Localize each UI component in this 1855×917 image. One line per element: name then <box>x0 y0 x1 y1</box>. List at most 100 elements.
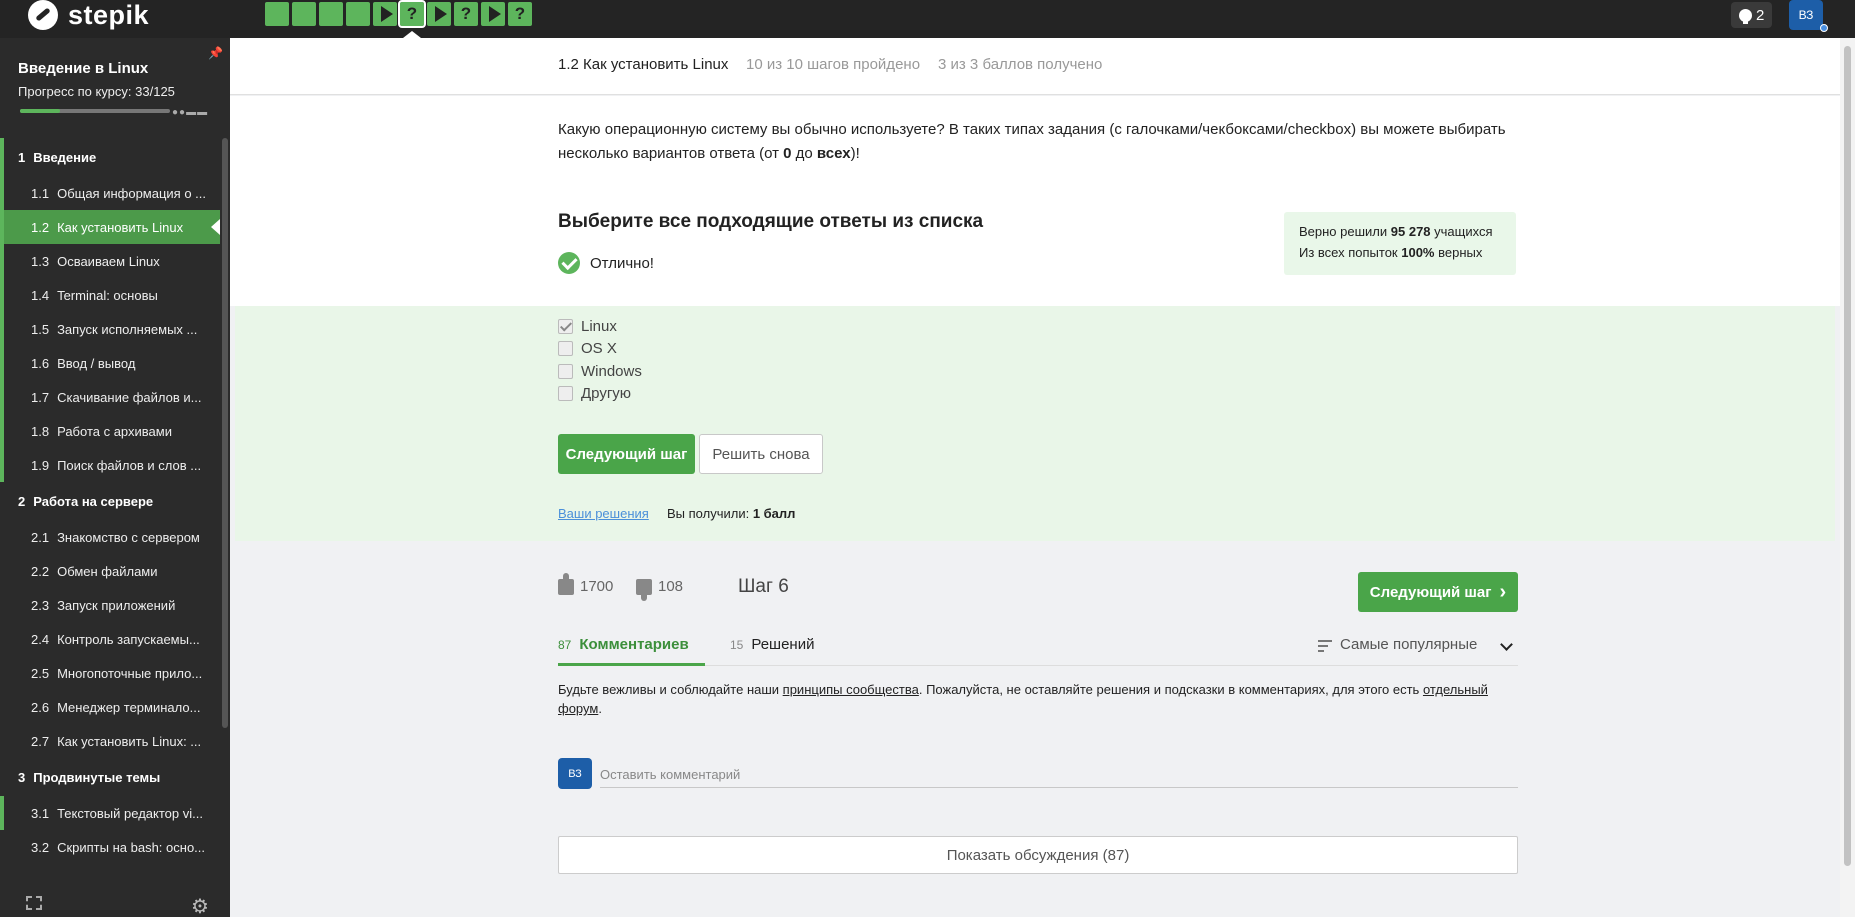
sidebar-item-lesson-1-4[interactable]: 1.4 Terminal: основы <box>0 278 220 312</box>
sidebar-item-lesson-1-2[interactable]: 1.2 Как установить Linux <box>0 210 220 244</box>
stats-text: учащихся <box>1430 224 1493 239</box>
sidebar-scrollbar[interactable] <box>222 138 228 728</box>
sidebar-item-lesson-1-8[interactable]: 1.8 Работа с архивами <box>0 414 220 448</box>
gear-icon[interactable]: ⚙ <box>191 894 209 917</box>
step-number: Шаг 6 <box>738 576 789 597</box>
fullscreen-icon[interactable] <box>26 896 42 910</box>
tab-label: Решений <box>751 636 815 653</box>
steps-passed: 10 из 10 шагов пройдено <box>746 56 921 73</box>
question-bold-max: всех <box>816 145 851 162</box>
comment-composer: ВЗ <box>558 758 1518 798</box>
answer-option[interactable]: OS X <box>558 340 617 357</box>
table-of-contents: 1 Введение 1.1 Общая информация о ... 1.2 Как… <box>0 138 220 878</box>
question-text: Какую операционную систему вы обычно исп… <box>558 118 1548 166</box>
comment-input[interactable] <box>600 762 1518 788</box>
pin-icon[interactable]: 📌 <box>208 46 223 60</box>
sidebar-item-lesson-1-5[interactable]: 1.5 Запуск исполняемых ... <box>0 312 220 346</box>
score-label: Вы получили: <box>667 506 753 521</box>
chevron-right-icon: › <box>1499 580 1507 603</box>
lesson-title: Обмен файлами <box>57 563 158 579</box>
step-9-button[interactable] <box>481 2 505 26</box>
your-solutions-link[interactable]: Ваши решения <box>558 506 649 521</box>
answer-option[interactable]: Windows <box>558 363 642 380</box>
stats-text: Верно решили <box>1299 224 1391 239</box>
lesson-title: Осваиваем Linux <box>57 253 160 269</box>
step-1-button[interactable] <box>265 2 289 26</box>
step-7-button[interactable] <box>427 2 451 26</box>
step-6-button[interactable]: ? <box>398 0 426 28</box>
answer-option[interactable]: Linux <box>558 318 617 335</box>
lesson-title: Ввод / вывод <box>57 355 136 371</box>
stats-text: Из всех попыток <box>1299 245 1402 260</box>
sidebar-item-lesson-2-1[interactable]: 2.1 Знакомство с сервером <box>0 520 220 554</box>
sidebar-section-1[interactable]: 1 Введение <box>0 138 220 176</box>
checkbox[interactable] <box>558 319 573 334</box>
sort-label: Самые популярные <box>1340 636 1478 653</box>
thumbs-down-icon <box>636 578 652 595</box>
lesson-title: Текстовый редактор vi... <box>57 805 203 821</box>
sidebar-item-lesson-3-1[interactable]: 3.1 Текстовый редактор vi... <box>0 796 220 830</box>
step-5-button[interactable] <box>373 2 397 26</box>
lesson-title: Поиск файлов и слов ... <box>57 457 202 473</box>
achievements-button[interactable]: 2 <box>1731 2 1773 28</box>
sidebar-item-lesson-3-2[interactable]: 3.2 Скрипты на bash: осно... <box>0 830 220 864</box>
step-4-button[interactable] <box>346 2 370 26</box>
sidebar-item-lesson-2-4[interactable]: 2.4 Контроль запускаемы... <box>0 622 220 656</box>
step-8-button[interactable]: ? <box>454 2 478 26</box>
sidebar-item-lesson-2-3[interactable]: 2.3 Запуск приложений <box>0 588 220 622</box>
checkbox[interactable] <box>558 341 573 356</box>
next-step-button[interactable]: Следующий шаг <box>558 434 695 474</box>
page-scrollbar-thumb[interactable] <box>1844 46 1851 866</box>
sidebar-item-lesson-2-7[interactable]: 2.7 Как установить Linux: ... <box>0 724 220 758</box>
next-step-button-footer[interactable]: Следующий шаг › <box>1358 572 1518 612</box>
sort-dropdown[interactable]: Самые популярные <box>1318 636 1477 653</box>
sidebar-section-3[interactable]: 3 Продвинутые темы <box>0 758 220 796</box>
lesson-number: 2.3 <box>31 597 50 613</box>
lesson-number: 1.7 <box>31 389 50 405</box>
active-tab-indicator <box>558 663 705 666</box>
stats-attempts: Из всех попыток 100% верных <box>1299 242 1501 263</box>
chevron-down-icon[interactable] <box>1500 638 1513 651</box>
step-2-button[interactable] <box>292 2 316 26</box>
lesson-title: Как установить Linux <box>57 219 184 235</box>
page-scrollbar[interactable] <box>1840 38 1855 917</box>
sidebar-item-lesson-1-3[interactable]: 1.3 Осваиваем Linux <box>0 244 220 278</box>
step-header: 1.2 Как установить Linux 10 из 10 шагов … <box>230 38 1840 95</box>
sidebar-item-lesson-2-5[interactable]: 2.5 Многопоточные прило... <box>0 656 220 690</box>
lesson-number: 1.3 <box>31 253 50 269</box>
like-button[interactable]: 1700 <box>558 572 613 595</box>
stats-text: верных <box>1434 245 1483 260</box>
sidebar-item-lesson-1-1[interactable]: 1.1 Общая информация о ... <box>0 176 220 210</box>
lesson-number: 1.5 <box>31 321 50 337</box>
dislike-button[interactable]: 108 <box>636 578 683 595</box>
user-avatar[interactable]: ВЗ <box>1789 0 1823 30</box>
tab-comments[interactable]: 87 Комментариев <box>558 636 689 653</box>
course-progress-fill <box>20 109 60 113</box>
stepik-logo[interactable]: stepik <box>28 0 149 30</box>
lesson-title: Terminal: основы <box>57 287 158 303</box>
section-title: Работа на сервере <box>33 493 154 509</box>
sort-icon <box>1318 639 1332 652</box>
lesson-title: Менеджер терминало... <box>57 699 201 715</box>
sidebar-section-2[interactable]: 2 Работа на сервере <box>0 482 220 520</box>
checkbox[interactable] <box>558 364 573 379</box>
show-discussions-button[interactable]: Показать обсуждения (87) <box>558 836 1518 874</box>
checkbox[interactable] <box>558 386 573 401</box>
lesson-number: 3.2 <box>31 839 50 855</box>
sidebar-item-lesson-1-7[interactable]: 1.7 Скачивание файлов и... <box>0 380 220 414</box>
sidebar-item-lesson-2-2[interactable]: 2.2 Обмен файлами <box>0 554 220 588</box>
sidebar-item-lesson-2-6[interactable]: 2.6 Менеджер терминало... <box>0 690 220 724</box>
step-3-button[interactable] <box>319 2 343 26</box>
lesson-number: 2.5 <box>31 665 50 681</box>
sidebar-item-lesson-1-9[interactable]: 1.9 Поиск файлов и слов ... <box>0 448 220 482</box>
answer-option[interactable]: Другую <box>558 385 631 402</box>
course-title[interactable]: Введение в Linux <box>18 60 148 77</box>
community-principles-link[interactable]: принципы сообщества <box>783 682 919 697</box>
sidebar-item-lesson-1-6[interactable]: 1.6 Ввод / вывод <box>0 346 220 380</box>
lesson-number: 1.9 <box>31 457 50 473</box>
tab-solutions[interactable]: 15 Решений <box>730 636 814 653</box>
course-progress-bar <box>20 109 170 113</box>
solve-again-button[interactable]: Решить снова <box>699 434 823 474</box>
step-10-button[interactable]: ? <box>508 2 532 26</box>
avatar: ВЗ <box>558 758 592 789</box>
